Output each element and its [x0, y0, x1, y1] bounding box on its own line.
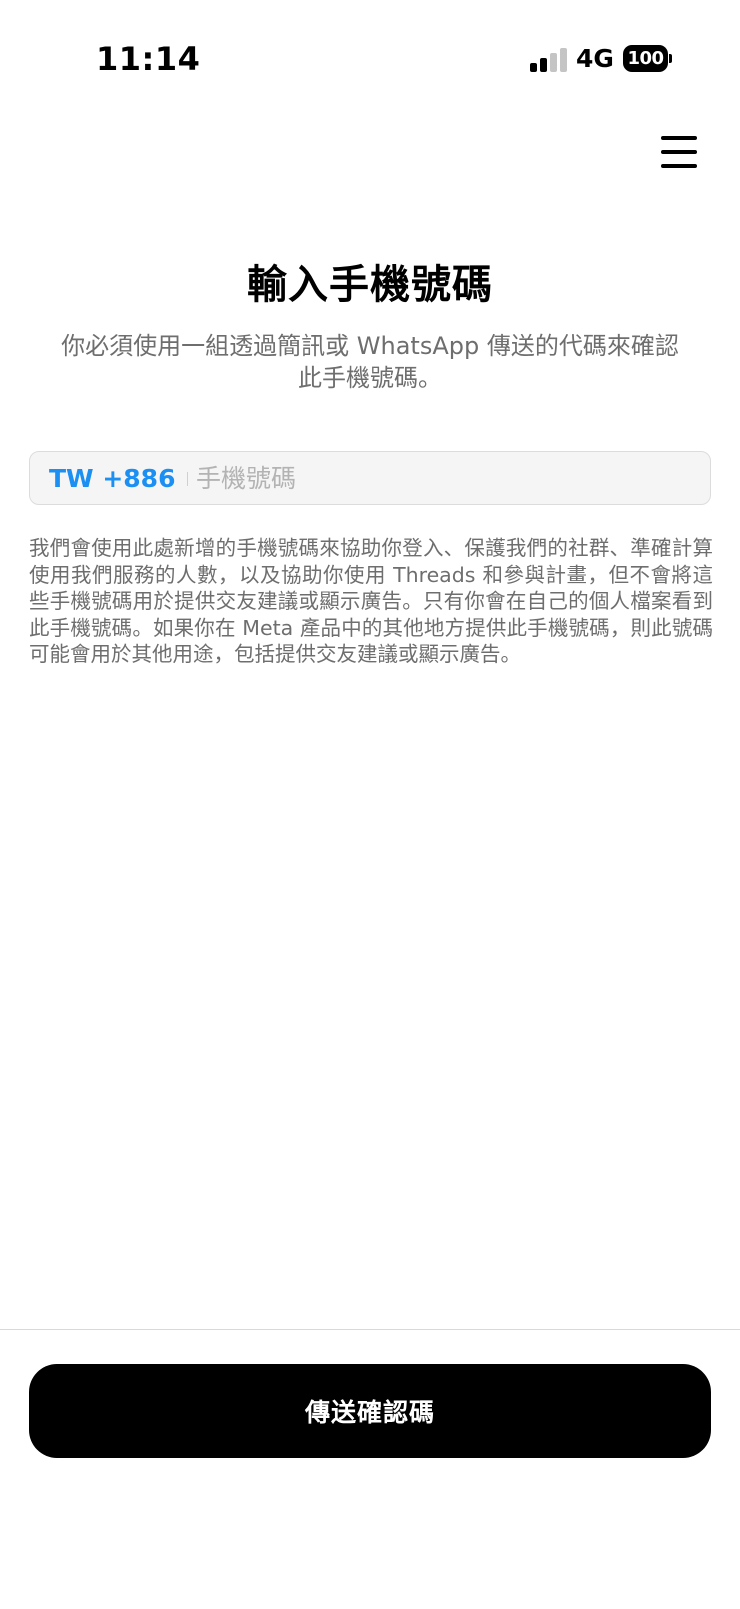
status-bar: 11:14 4G 100 [0, 0, 740, 120]
country-code-selector[interactable]: TW +886 [49, 464, 175, 493]
hamburger-menu-icon[interactable] [657, 134, 699, 170]
phone-number-field[interactable]: TW +886 [29, 451, 711, 505]
page-subtitle: 你必須使用一組透過簡訊或 WhatsApp 傳送的代碼來確認此手機號碼。 [61, 332, 679, 392]
status-time: 11:14 [96, 40, 201, 78]
phone-number-input[interactable] [196, 458, 696, 498]
battery-level: 100 [623, 45, 668, 72]
cellular-signal-icon [530, 48, 568, 72]
network-type: 4G [576, 44, 614, 73]
privacy-disclaimer: 我們會使用此處新增的手機號碼來協助你登入、保護我們的社群、準確計算使用我們服務的… [29, 536, 713, 667]
field-divider [187, 472, 188, 486]
page-title: 輸入手機號碼 [247, 262, 493, 308]
battery-icon: 100 [623, 45, 672, 72]
footer-divider [0, 1329, 740, 1330]
send-confirmation-code-button[interactable]: 傳送確認碼 [29, 1364, 711, 1458]
